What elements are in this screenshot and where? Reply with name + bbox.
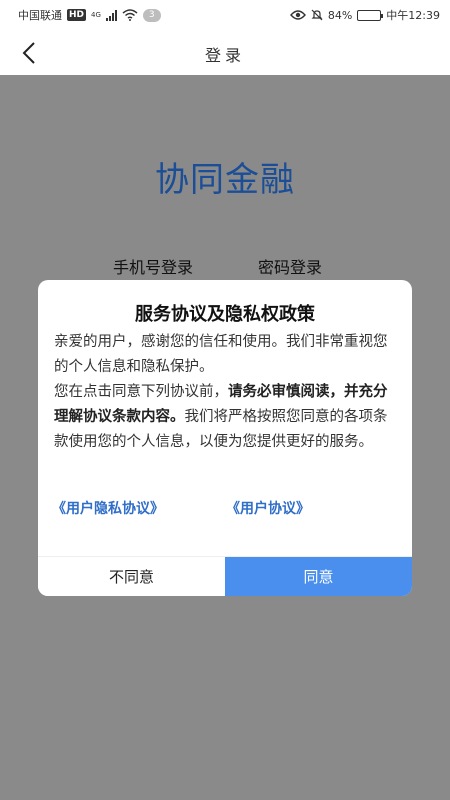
battery-icon (357, 9, 384, 21)
signal-icon (105, 9, 117, 21)
eye-icon (289, 10, 306, 20)
hd-icon: HD (67, 9, 87, 21)
agreement-links: 《用户隐私协议》 《用户协议》 (52, 498, 398, 522)
dialog-paragraph-1: 亲爱的用户，感谢您的信任和使用。我们非常重视您的个人信息和隐私保护。 (54, 334, 388, 375)
paragraph-2-intro: 您在点击同意下列协议前， (54, 384, 228, 400)
notification-count-badge: 3 (142, 8, 161, 22)
clock: 中午12:39 (386, 9, 440, 22)
dialog-title: 服务协议及隐私权政策 (135, 304, 315, 325)
dialog-paragraph-2: 您在点击同意下列协议前，请务必审慎阅读，并充分理解协议条款内容。我们将严格按照您… (54, 380, 398, 455)
disagree-button[interactable]: 不同意 (38, 557, 225, 596)
login-tabs: 手机号登录 密码登录 (0, 254, 450, 278)
mute-bell-icon (311, 9, 323, 21)
privacy-agreement-link[interactable]: 《用户隐私协议》 (52, 498, 164, 518)
status-left: 中国联通 HD 4G 3 (18, 7, 161, 23)
user-agreement-link[interactable]: 《用户协议》 (226, 498, 310, 518)
wifi-icon (122, 9, 138, 21)
network-type-label: 4G (91, 11, 101, 19)
dialog-actions: 不同意 同意 (38, 556, 412, 596)
nav-bar: 登录 (0, 30, 450, 75)
agreement-dialog: 服务协议及隐私权政策 亲爱的用户，感谢您的信任和使用。我们非常重视您的个人信息和… (38, 280, 412, 596)
battery-percent: 84% (327, 8, 353, 22)
status-right: 84% 中午12:39 (289, 7, 440, 23)
app-title: 协同金融 (155, 160, 295, 200)
page-title: 登录 (204, 46, 245, 65)
tab-password-login[interactable]: 密码登录 (258, 254, 322, 278)
tab-phone-login[interactable]: 手机号登录 (113, 254, 193, 278)
dialog-body: 亲爱的用户，感谢您的信任和使用。我们非常重视您的个人信息和隐私保护。 您在点击同… (54, 330, 398, 455)
status-bar: 中国联通 HD 4G 3 84% 中午12:39 (0, 0, 450, 30)
agree-button[interactable]: 同意 (225, 557, 412, 596)
carrier-label: 中国联通 (18, 9, 62, 22)
